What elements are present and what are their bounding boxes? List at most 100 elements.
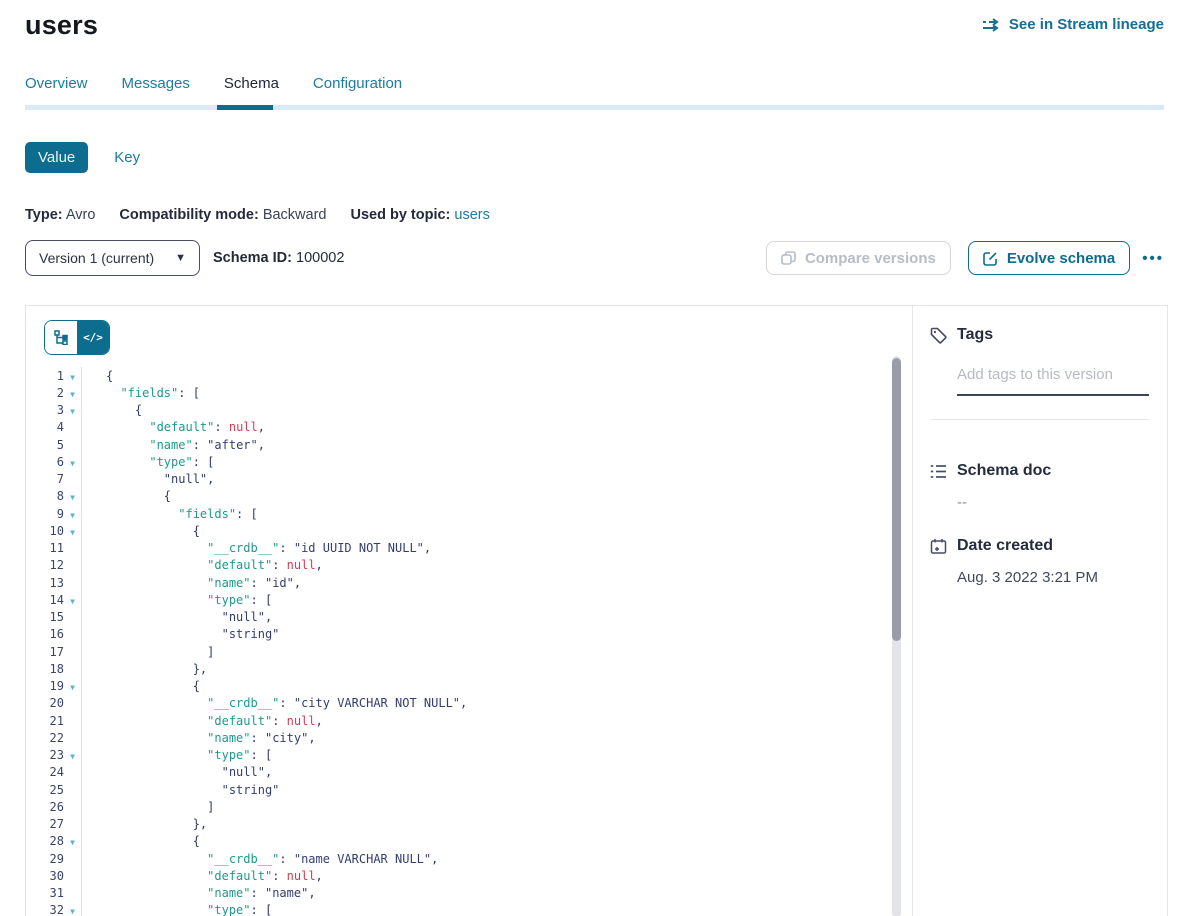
key-toggle-link[interactable]: Key xyxy=(114,149,140,166)
type-label: Type: xyxy=(25,207,63,223)
date-created-value: Aug. 3 2022 3:21 PM xyxy=(957,569,1149,586)
collapse-caret-icon[interactable]: ▼ xyxy=(70,907,75,916)
collapse-caret-icon[interactable]: ▼ xyxy=(70,752,75,761)
line-gutter: 32 ▼ xyxy=(26,902,82,916)
schema-id: Schema ID: 100002 xyxy=(213,250,344,266)
active-tab-indicator xyxy=(217,105,273,110)
code-line: 22 "name": "city", xyxy=(26,729,912,746)
tab-schema[interactable]: Schema xyxy=(224,75,279,105)
code-line-text: "type": [ xyxy=(82,748,272,762)
tag-icon xyxy=(929,326,947,344)
compare-icon xyxy=(781,250,797,266)
calendar-add-icon xyxy=(929,537,947,555)
line-number: 2 xyxy=(26,386,64,400)
code-line-text: "null", xyxy=(82,610,272,624)
line-number: 32 xyxy=(26,903,64,916)
compatibility-label: Compatibility mode: xyxy=(119,207,258,223)
line-number: 31 xyxy=(26,886,64,900)
code-line-text: "default": null, xyxy=(82,558,323,572)
collapse-caret-icon[interactable]: ▼ xyxy=(70,493,75,502)
line-gutter: 12 xyxy=(26,557,82,574)
code-line: 9▼ "fields": [ xyxy=(26,505,912,522)
version-select[interactable]: Version 1 (current) ▼ xyxy=(25,240,200,276)
schema-page: users See in Stream lineage Overview Mes… xyxy=(0,0,1189,916)
collapse-caret-icon[interactable]: ▼ xyxy=(70,597,75,606)
code-line: 24 "null", xyxy=(26,764,912,781)
line-gutter: 16 xyxy=(26,626,82,643)
collapse-caret-icon[interactable]: ▼ xyxy=(70,390,75,399)
code-line: 1▼{ xyxy=(26,367,912,384)
line-gutter: 9▼ xyxy=(26,505,82,522)
code-view-button[interactable]: </> xyxy=(77,321,109,354)
code-line-text: "null", xyxy=(82,472,214,486)
collapse-caret-icon[interactable]: ▼ xyxy=(70,683,75,692)
date-created-title: Date created xyxy=(957,537,1053,555)
line-number: 30 xyxy=(26,869,64,883)
collapse-caret-icon[interactable]: ▼ xyxy=(70,373,75,382)
tab-configuration[interactable]: Configuration xyxy=(313,75,402,105)
evolve-schema-button[interactable]: Evolve schema xyxy=(968,241,1130,275)
collapse-caret-icon[interactable]: ▼ xyxy=(70,407,75,416)
schema-panel: </> 1▼{2▼ "fields": [3▼ {4 "default": nu… xyxy=(25,305,1168,916)
compare-versions-button[interactable]: Compare versions xyxy=(766,241,951,275)
code-line: 7 "null", xyxy=(26,471,912,488)
line-gutter: 19▼ xyxy=(26,678,82,695)
line-gutter: 2▼ xyxy=(26,384,82,401)
line-number: 10 xyxy=(26,524,64,538)
code-line: 31 "name": "name", xyxy=(26,885,912,902)
tab-messages[interactable]: Messages xyxy=(122,75,190,105)
line-number: 27 xyxy=(26,817,64,831)
line-number: 7 xyxy=(26,472,64,486)
code-line: 12 "default": null, xyxy=(26,557,912,574)
code-line-text: "default": null, xyxy=(82,714,323,728)
topic-link[interactable]: users xyxy=(454,207,489,223)
code-line: 8▼ { xyxy=(26,488,912,505)
line-gutter: 4 xyxy=(26,419,82,436)
page-header: users See in Stream lineage xyxy=(0,0,1189,41)
line-gutter: 27 xyxy=(26,816,82,833)
schema-sidebar: Tags Schema doc -- xyxy=(912,306,1167,916)
value-toggle-button[interactable]: Value xyxy=(25,142,88,173)
more-options-button[interactable]: ••• xyxy=(1142,250,1164,267)
line-gutter: 6▼ xyxy=(26,453,82,470)
code-line: 10▼ { xyxy=(26,522,912,539)
line-number: 9 xyxy=(26,507,64,521)
code-line: 2▼ "fields": [ xyxy=(26,384,912,401)
compatibility-value: Backward xyxy=(263,207,327,223)
code-line-text: "fields": [ xyxy=(82,386,200,400)
line-gutter: 15 xyxy=(26,609,82,626)
code-line-text: "__crdb__": "id UUID NOT NULL", xyxy=(82,541,431,555)
line-gutter: 18 xyxy=(26,660,82,677)
doc-list-icon xyxy=(929,462,947,480)
meta-topic: Used by topic: users xyxy=(350,207,489,223)
line-number: 17 xyxy=(26,645,64,659)
stream-lineage-link[interactable]: See in Stream lineage xyxy=(982,16,1164,33)
code-line: 30 "default": null, xyxy=(26,867,912,884)
collapse-caret-icon[interactable]: ▼ xyxy=(70,459,75,468)
code-line-text: ] xyxy=(82,645,214,659)
code-line: 29 "__crdb__": "name VARCHAR NULL", xyxy=(26,850,912,867)
collapse-caret-icon[interactable]: ▼ xyxy=(70,528,75,537)
code-line: 16 "string" xyxy=(26,626,912,643)
tab-overview[interactable]: Overview xyxy=(25,75,88,105)
tree-view-button[interactable] xyxy=(45,321,77,354)
line-number: 23 xyxy=(26,748,64,762)
code-line-text: }, xyxy=(82,817,207,831)
collapse-caret-icon[interactable]: ▼ xyxy=(70,511,75,520)
code-line-text: "name": "city", xyxy=(82,731,316,745)
code-line: 23 ▼ "type": [ xyxy=(26,747,912,764)
code-line: 28▼ { xyxy=(26,833,912,850)
code-scrollbar-track[interactable] xyxy=(892,356,901,916)
page-title: users xyxy=(25,10,98,41)
code-scrollbar-thumb[interactable] xyxy=(892,358,901,641)
edit-icon xyxy=(983,250,999,266)
tree-view-icon xyxy=(53,330,69,346)
schema-doc-title: Schema doc xyxy=(957,462,1051,480)
tab-underline xyxy=(25,105,1164,110)
collapse-caret-icon[interactable]: ▼ xyxy=(70,838,75,847)
code-line-text: "type": [ xyxy=(82,903,272,916)
code-line-text: "__crdb__": "city VARCHAR NOT NULL", xyxy=(82,696,467,710)
view-mode-toggle: </> xyxy=(44,320,110,355)
add-tags-input[interactable] xyxy=(957,366,1149,396)
line-number: 8 xyxy=(26,489,64,503)
